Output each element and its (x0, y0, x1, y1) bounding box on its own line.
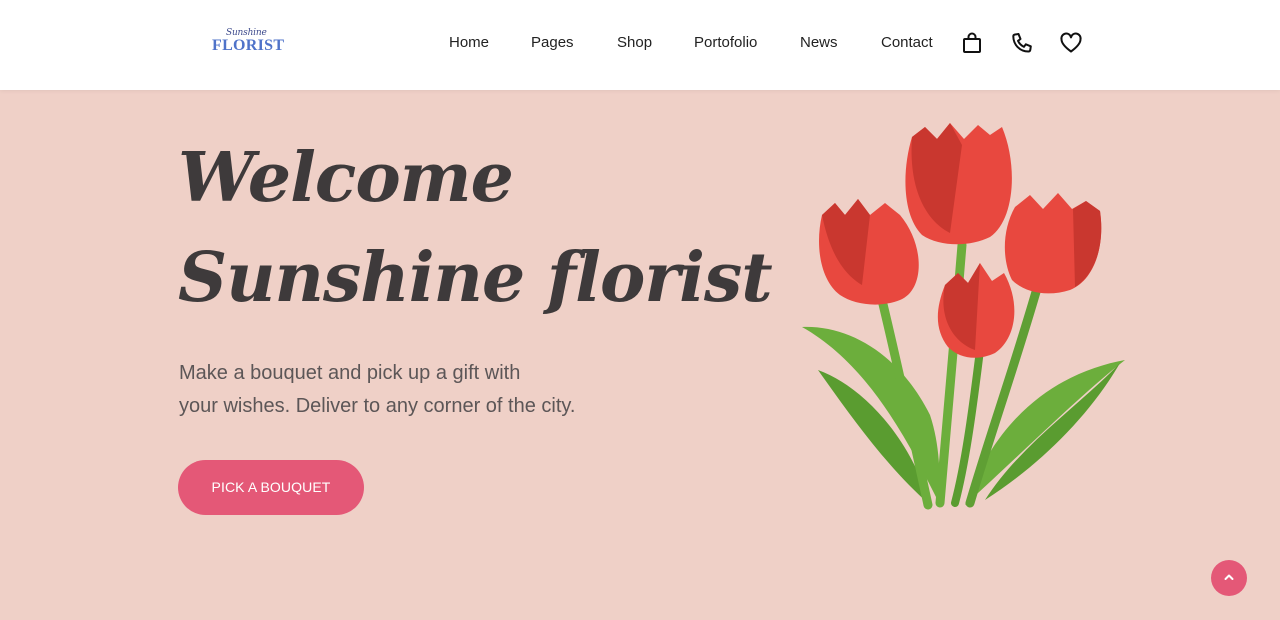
phone-icon[interactable] (1010, 31, 1034, 55)
brand-logo-word: FLORIST (212, 37, 285, 54)
nav-item-home[interactable]: Home (449, 34, 489, 51)
scroll-to-top-button[interactable] (1211, 560, 1247, 596)
brand-logo[interactable]: Sunshine FLORIST (212, 28, 284, 58)
hero-subtitle-line1: Make a bouquet and pick up a gift with (179, 362, 521, 384)
nav-item-pages[interactable]: Pages (531, 34, 574, 51)
hero-subtitle: Make a bouquet and pick up a gift with y… (179, 357, 619, 423)
pick-bouquet-button[interactable]: PICK A BOUQUET (178, 460, 364, 515)
site-header: Sunshine FLORIST Home Pages Shop Portofo… (0, 0, 1280, 90)
hero-subtitle-line2: your wishes. Deliver to any corner of th… (179, 395, 576, 417)
nav-item-contact[interactable]: Contact (881, 34, 933, 51)
tulip-left (819, 199, 919, 305)
nav-item-portofolio[interactable]: Portofolio (694, 34, 757, 51)
hero-title-line2: Sunshine florist (178, 238, 773, 318)
hero-title: Welcome Sunshine florist (178, 128, 773, 328)
tulip-top (905, 123, 1012, 245)
heart-icon[interactable] (1059, 31, 1083, 55)
hero-title-line1: Welcome (178, 138, 514, 218)
tulips-illustration (802, 123, 1125, 510)
bag-icon[interactable] (960, 31, 984, 55)
tulip-right (1004, 193, 1102, 294)
chevron-up-icon (1224, 574, 1234, 580)
tulip-lower (937, 263, 1015, 358)
nav-item-news[interactable]: News (800, 34, 838, 51)
nav-item-shop[interactable]: Shop (617, 34, 652, 51)
